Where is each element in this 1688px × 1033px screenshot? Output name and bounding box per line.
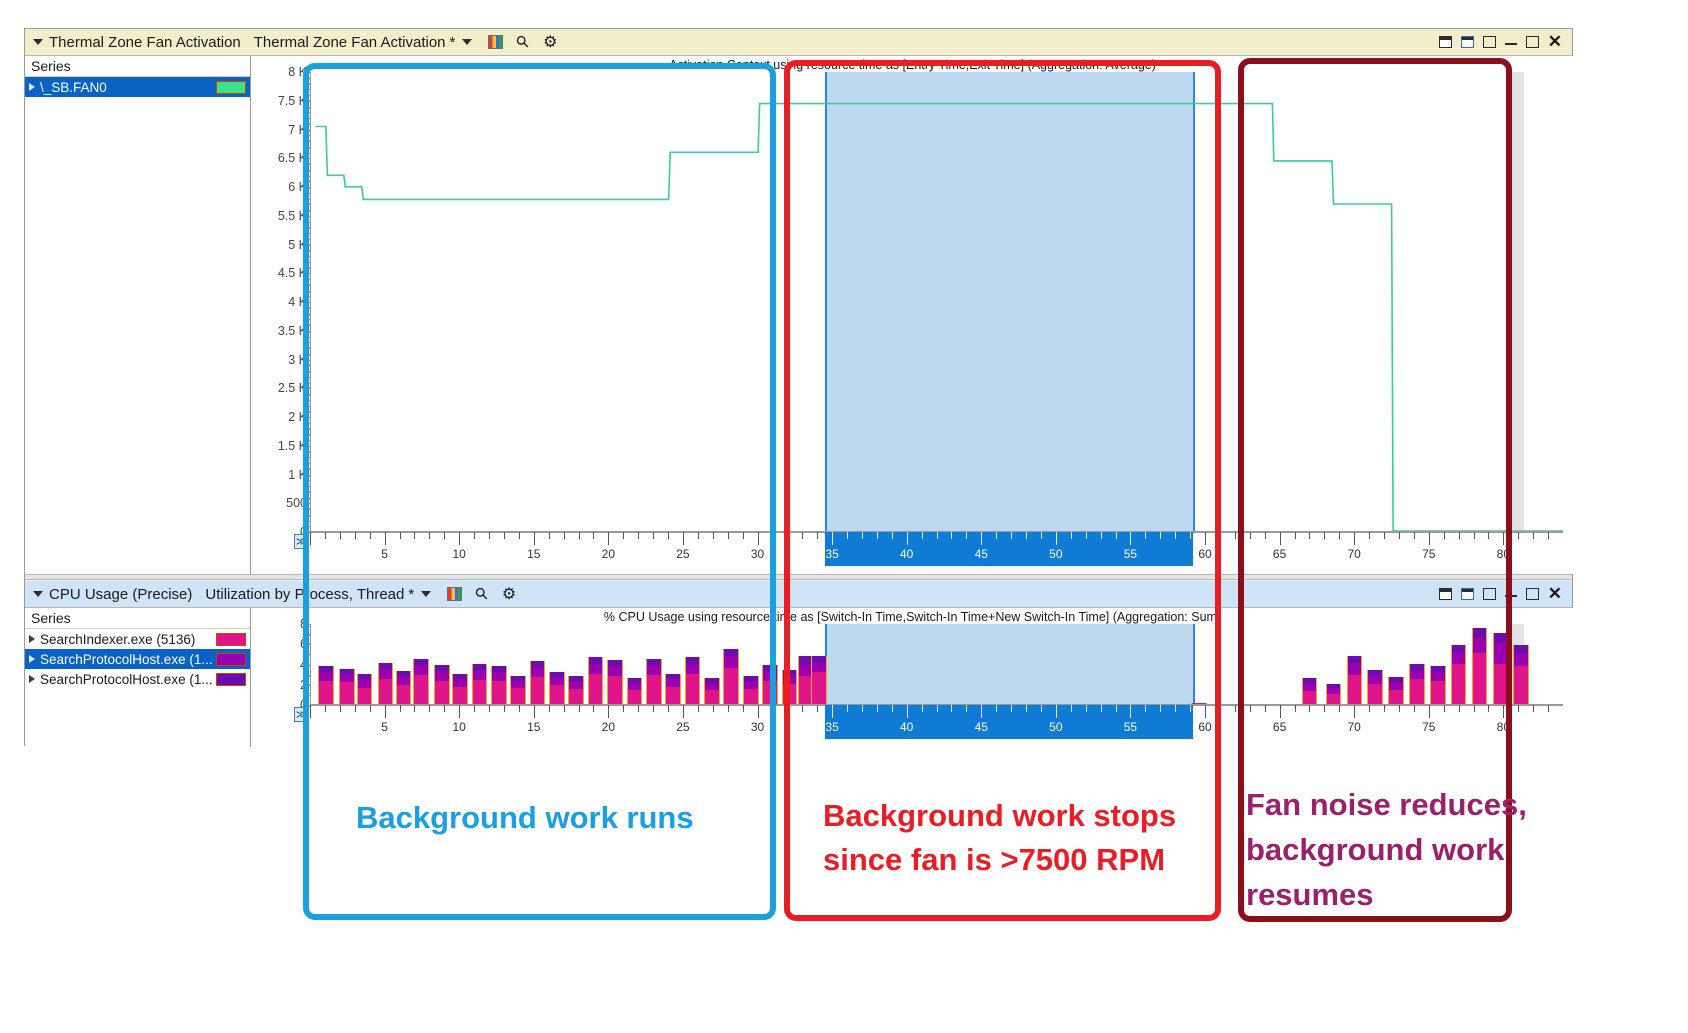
- annotation-text-background-work-stops-line1: Background work stops: [823, 798, 1177, 833]
- thermal-preset-modified-star: *: [449, 33, 456, 51]
- annotation-text-background-work-runs: Background work runs: [356, 800, 694, 835]
- search-icon[interactable]: ⚲: [512, 31, 534, 53]
- restore-icon[interactable]: [1438, 36, 1452, 48]
- annotation-text-background-work-stops-line2: since fan is >7500 RPM: [823, 842, 1166, 877]
- ruler-minor-tick: [1533, 532, 1535, 539]
- annotation-text-fan-noise-reduces-line1: Fan noise reduces,: [1246, 787, 1527, 822]
- cpu-y-axis: 86420: [252, 617, 317, 712]
- series-row[interactable]: SearchIndexer.exe (5136): [25, 629, 250, 649]
- cpu-series-pane: Series SearchIndexer.exe (5136) SearchPr…: [25, 608, 251, 747]
- cpu-series-header: Series: [25, 608, 250, 629]
- chevron-down-icon[interactable]: [462, 39, 473, 45]
- annotation-box-background-work-runs: [303, 63, 776, 920]
- thermal-y-axis: 8 K 7.5 K7 K 6.5 K6 K 5.5 K5 K 4.5 K4 K 3.5 K…: [252, 65, 317, 539]
- thermal-series-pane: Series \_SB.FAN0: [25, 56, 251, 574]
- series-row[interactable]: SearchProtocolHost.exe (1...: [25, 649, 250, 669]
- thermal-panel-header[interactable]: Thermal Zone Fan Activation Thermal Zone…: [25, 29, 1572, 56]
- triangle-down-icon[interactable]: [33, 39, 43, 45]
- annotation-text-fan-noise-reduces-line3: resumes: [1246, 877, 1374, 912]
- ruler-minor-tick: [1533, 705, 1535, 712]
- thermal-panel-title: Thermal Zone Fan Activation: [49, 33, 241, 51]
- bar-segment: [1513, 645, 1530, 653]
- gear-icon[interactable]: ⚙: [543, 32, 557, 52]
- ruler-minor-tick: [1518, 532, 1520, 539]
- thermal-preset-name[interactable]: Thermal Zone Fan Activation: [254, 34, 446, 51]
- series-label: SearchProtocolHost.exe (1...: [40, 671, 213, 687]
- bar-segment: [1513, 666, 1530, 704]
- thermal-series-header: Series: [25, 56, 250, 77]
- chart-icon[interactable]: [488, 35, 504, 49]
- ruler-minor-tick: [1518, 705, 1520, 712]
- series-label: SearchProtocolHost.exe (1...: [40, 651, 213, 667]
- triangle-down-icon[interactable]: [33, 591, 43, 597]
- minimize-icon[interactable]: [1504, 43, 1517, 45]
- series-color-swatch: [216, 632, 246, 646]
- ruler-minor-tick: [1234, 705, 1236, 712]
- annotation-text-fan-noise-reduces-line2: background work: [1246, 832, 1505, 867]
- series-color-swatch: [216, 652, 246, 666]
- expand-triangle-icon[interactable]: [29, 635, 35, 643]
- expand-triangle-icon[interactable]: [29, 655, 35, 663]
- restore-down-icon[interactable]: [1525, 36, 1539, 48]
- close-icon[interactable]: ✕: [1548, 33, 1562, 50]
- series-row[interactable]: \_SB.FAN0: [25, 77, 250, 97]
- ruler-minor-tick: [1234, 532, 1236, 539]
- popout-icon[interactable]: [1460, 36, 1474, 48]
- series-label: \_SB.FAN0: [40, 79, 107, 95]
- annotation-box-background-work-stops: [784, 60, 1221, 921]
- bar-segment: [1513, 653, 1530, 666]
- close-icon[interactable]: ✕: [1548, 585, 1562, 602]
- restore-down-icon[interactable]: [1525, 588, 1539, 600]
- ruler-minor-tick: [1548, 532, 1550, 539]
- maximize-icon[interactable]: [1482, 36, 1496, 48]
- ruler-minor-tick: [1548, 705, 1550, 712]
- series-color-swatch: [216, 672, 246, 686]
- series-row[interactable]: SearchProtocolHost.exe (1...: [25, 669, 250, 689]
- expand-triangle-icon[interactable]: [29, 675, 35, 683]
- cpu-panel-title: CPU Usage (Precise): [49, 585, 193, 603]
- expand-triangle-icon[interactable]: [29, 83, 35, 91]
- series-label: SearchIndexer.exe (5136): [40, 631, 196, 647]
- series-color-swatch: [216, 80, 246, 94]
